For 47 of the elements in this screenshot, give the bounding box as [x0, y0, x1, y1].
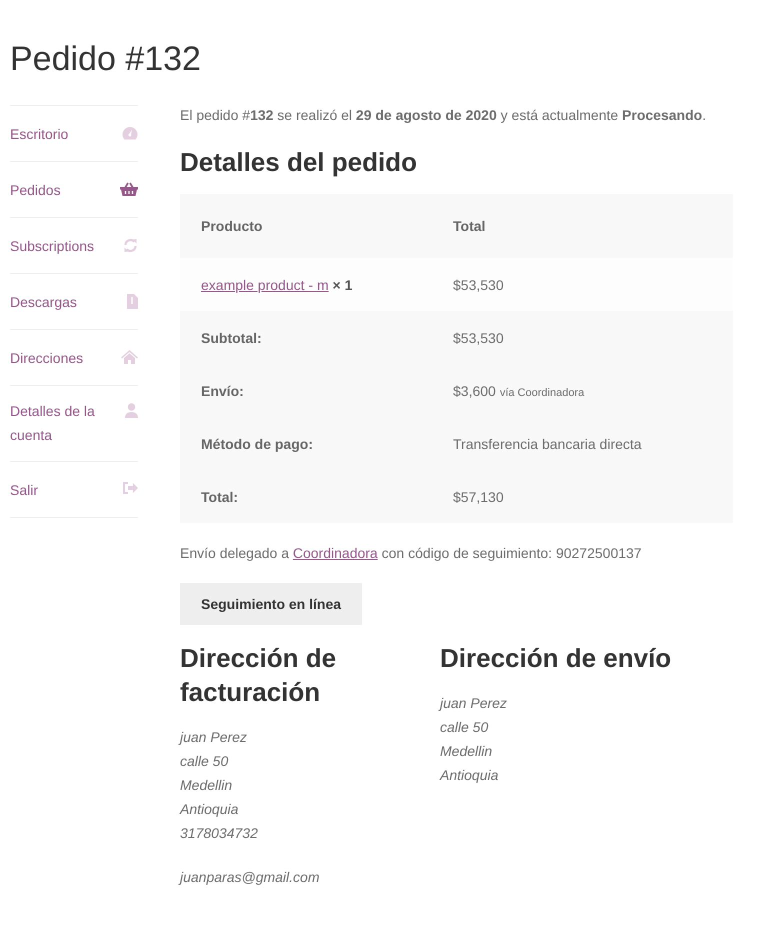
address-line: 3178034732	[180, 824, 259, 843]
table-cell: $57,130	[453, 488, 504, 504]
tracking-text: Envío delegado a	[180, 545, 289, 561]
address-heading: Dirección de facturación	[180, 642, 338, 709]
file-icon	[127, 294, 138, 309]
home-icon	[121, 350, 138, 364]
address-line: juan Perez	[440, 694, 508, 713]
tracking-button[interactable]: Seguimiento en línea	[180, 583, 362, 625]
address-line: Antioquia	[440, 766, 500, 785]
sidebar-item[interactable]: Descargas	[10, 274, 138, 330]
basket-icon	[120, 182, 138, 196]
row-label: Total:	[201, 488, 238, 504]
table-cell: $53,530	[453, 330, 504, 346]
user-icon	[125, 403, 138, 418]
table-cell: Transferencia bancaria directa	[453, 436, 642, 452]
row-label: Envío:	[201, 382, 244, 398]
address-line: Medellin	[180, 776, 234, 795]
quantity: × 1	[332, 276, 352, 292]
product-link[interactable]: example product - m	[201, 276, 329, 292]
column-header: Producto	[180, 194, 432, 258]
address-line: Antioquia	[180, 800, 240, 819]
gauge-icon	[122, 126, 138, 140]
logout-icon	[123, 482, 138, 494]
section-heading: Detalles del pedido	[180, 147, 418, 178]
row-label: Subtotal:	[201, 330, 262, 346]
address-heading: Dirección de envío	[440, 642, 672, 675]
table-cell: $53,530	[453, 276, 504, 292]
address-line: calle 50	[440, 718, 490, 737]
sidebar-item[interactable]: Pedidos	[10, 162, 138, 218]
sidebar-item[interactable]: Detalles de la cuenta	[10, 386, 138, 462]
sidebar-item[interactable]: Subscriptions	[10, 218, 138, 274]
column-header: Total	[432, 194, 733, 258]
sidebar-item[interactable]: Salir	[10, 462, 138, 518]
sidebar-item[interactable]: Escritorio	[10, 106, 138, 162]
carrier-link[interactable]: Coordinadora	[292, 545, 378, 561]
address-line: calle 50	[180, 752, 230, 771]
refresh-icon	[123, 238, 138, 253]
address-line: Medellin	[440, 742, 494, 761]
row-label: Método de pago:	[201, 436, 313, 452]
email-address: juanparas@gmail.com	[180, 868, 320, 887]
address-line: juan Perez	[180, 728, 248, 747]
shipping-note: vía Coordinadora	[500, 386, 584, 398]
page-title: Pedido #132	[10, 40, 202, 79]
tracking-text: con código de seguimiento: 90272500137	[382, 545, 642, 561]
table-cell: $3,600	[453, 382, 496, 398]
order-summary: El pedido #132 se realizó el 29 de agosto de 2020 y está actualmente Procesando.	[180, 106, 708, 125]
sidebar-item[interactable]: Direcciones	[10, 330, 138, 386]
